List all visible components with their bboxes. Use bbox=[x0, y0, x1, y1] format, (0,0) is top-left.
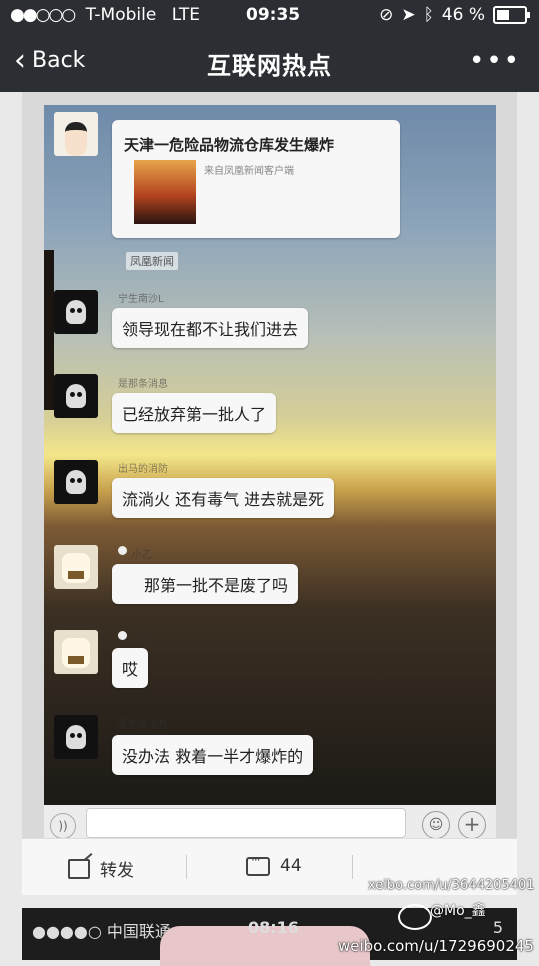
avatar bbox=[54, 545, 98, 589]
avatar bbox=[54, 290, 98, 334]
divider bbox=[352, 855, 353, 879]
message-nick: 小乙 bbox=[132, 635, 152, 646]
tower-silhouette bbox=[44, 250, 54, 410]
news-thumbnail bbox=[134, 160, 196, 224]
avatar bbox=[54, 112, 98, 156]
comment-icon bbox=[246, 853, 270, 876]
page-title: 互联网热点 bbox=[207, 52, 332, 80]
location-icon: ➤ bbox=[401, 5, 416, 25]
message-bubble: 那第一批不是废了吗 bbox=[112, 564, 299, 604]
avatar bbox=[54, 715, 98, 759]
message-nick: 小乙 bbox=[132, 550, 152, 561]
status-time: 09:35 bbox=[246, 5, 301, 25]
news-source: 来自凤凰新闻客户端 bbox=[204, 166, 294, 177]
message-bubble: 没办法 救着一半才爆炸的 bbox=[112, 735, 314, 775]
app-header: ●●○○○ T-Mobile LTE 09:35 ⊘ ➤ ᛒ 46 % ‹ Ba… bbox=[0, 0, 539, 92]
signal-strength-icon: ●●○○○ bbox=[10, 5, 76, 25]
battery-icon bbox=[493, 6, 530, 24]
online-dot bbox=[118, 546, 127, 555]
status-left: ●●○○○ T-Mobile LTE bbox=[10, 5, 200, 25]
divider bbox=[186, 855, 187, 879]
message-bubble: 哎 bbox=[112, 648, 149, 688]
emoji-icon: ☺ bbox=[422, 811, 450, 839]
navigation-bar: ‹ Back 互联网热点 ••• bbox=[0, 40, 539, 84]
share-label: 转发 bbox=[100, 861, 134, 881]
second-status: ●●●●○ 中国联通 bbox=[32, 922, 171, 941]
network-type: LTE bbox=[171, 5, 200, 25]
share-button[interactable]: 转发 bbox=[68, 856, 134, 881]
message-nick: 宁生南沙L bbox=[118, 294, 164, 305]
message-bubble: 已经放弃第一批人了 bbox=[112, 393, 277, 433]
status-bar: ●●○○○ T-Mobile LTE 09:35 ⊘ ➤ ᛒ 46 % bbox=[0, 0, 539, 30]
battery-percent: 46 % bbox=[441, 5, 485, 25]
weibo-handle: @Mo_鑫 bbox=[430, 903, 486, 919]
avatar bbox=[54, 374, 98, 418]
status-right: ⊘ ➤ ᛒ 46 % bbox=[379, 5, 530, 25]
bluetooth-icon: ᛒ bbox=[423, 5, 434, 25]
news-tag: 凤凰新闻 bbox=[126, 252, 178, 270]
inner-watermark: xeibo.com/u/3644205401 bbox=[368, 878, 535, 893]
avatar bbox=[54, 460, 98, 504]
voice-icon: )) bbox=[50, 813, 76, 839]
carrier-name: T-Mobile bbox=[85, 5, 157, 25]
message-nick: 是那条消息 bbox=[118, 720, 168, 731]
online-dot bbox=[118, 631, 127, 640]
comment-button[interactable]: 44 bbox=[246, 853, 302, 876]
message-bubble: 领导现在都不让我们进去 bbox=[112, 308, 309, 348]
chat-input-field bbox=[86, 808, 406, 838]
rotation-lock-icon: ⊘ bbox=[379, 5, 394, 25]
message-nick: 是那条消息 bbox=[118, 379, 168, 390]
comment-count: 44 bbox=[280, 856, 302, 876]
news-card: 天津一危险品物流仓库发生爆炸 来自凤凰新闻客户端 bbox=[112, 120, 400, 238]
plus-icon: + bbox=[458, 811, 486, 839]
more-options-button[interactable]: ••• bbox=[469, 46, 521, 76]
message-bubble: 流淌火 还有毒气 进去就是死 bbox=[112, 478, 335, 518]
second-status-right: 5 bbox=[492, 918, 503, 937]
share-icon bbox=[68, 858, 90, 879]
second-time: 08:16 bbox=[248, 918, 299, 937]
message-nick: 出马的消防 bbox=[118, 464, 168, 475]
weibo-logo-icon bbox=[398, 904, 432, 930]
avatar bbox=[54, 630, 98, 674]
weibo-url: weibo.com/u/1729690245 bbox=[338, 937, 534, 955]
news-title: 天津一危险品物流仓库发生爆炸 bbox=[124, 136, 335, 154]
